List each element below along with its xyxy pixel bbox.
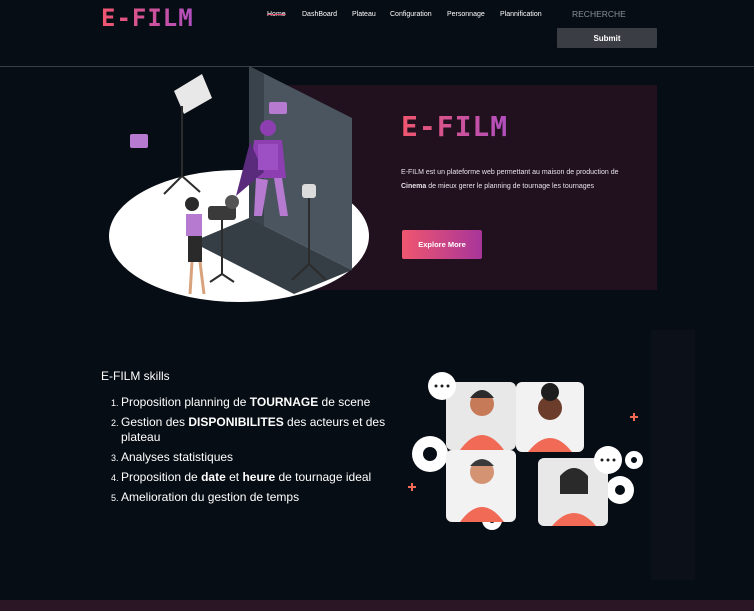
team-puzzle-illustration (408, 372, 643, 530)
skill-item: Proposition planning de TOURNAGE de scen… (121, 395, 391, 410)
nav-link-configuration[interactable]: Configuration (390, 11, 432, 18)
skills-list: Proposition planning de TOURNAGE de scen… (101, 395, 391, 510)
nav-link-plateau[interactable]: Plateau (352, 11, 376, 18)
skill-item: Gestion des DISPONIBILITES des acteurs e… (121, 415, 391, 445)
hero-description: E-FILM est un plateforme web permettant … (401, 169, 619, 190)
skill-item: Amelioration du gestion de temps (121, 490, 391, 505)
film-set-illustration (109, 66, 369, 302)
skill-item: Proposition de date et heure de tournage… (121, 470, 391, 485)
search-input[interactable] (557, 6, 657, 22)
brand-logo[interactable]: E-FILM (101, 4, 194, 32)
nav-link-personnage[interactable]: Personnage (447, 11, 485, 18)
explore-more-button[interactable]: Explore More (402, 230, 482, 259)
skills-title: E-FILM skills (101, 369, 170, 383)
submit-button[interactable]: Submit (557, 28, 657, 48)
nav-link-plannification[interactable]: Plannification (500, 11, 542, 18)
footer-strip (0, 600, 754, 611)
skill-item: Analyses statistiques (121, 450, 391, 465)
nav-link-home[interactable]: Home (267, 11, 286, 18)
nav-link-dashboard[interactable]: DashBoard (302, 11, 337, 18)
hero-title: E-FILM (401, 110, 509, 143)
decorative-letter (688, 420, 754, 580)
